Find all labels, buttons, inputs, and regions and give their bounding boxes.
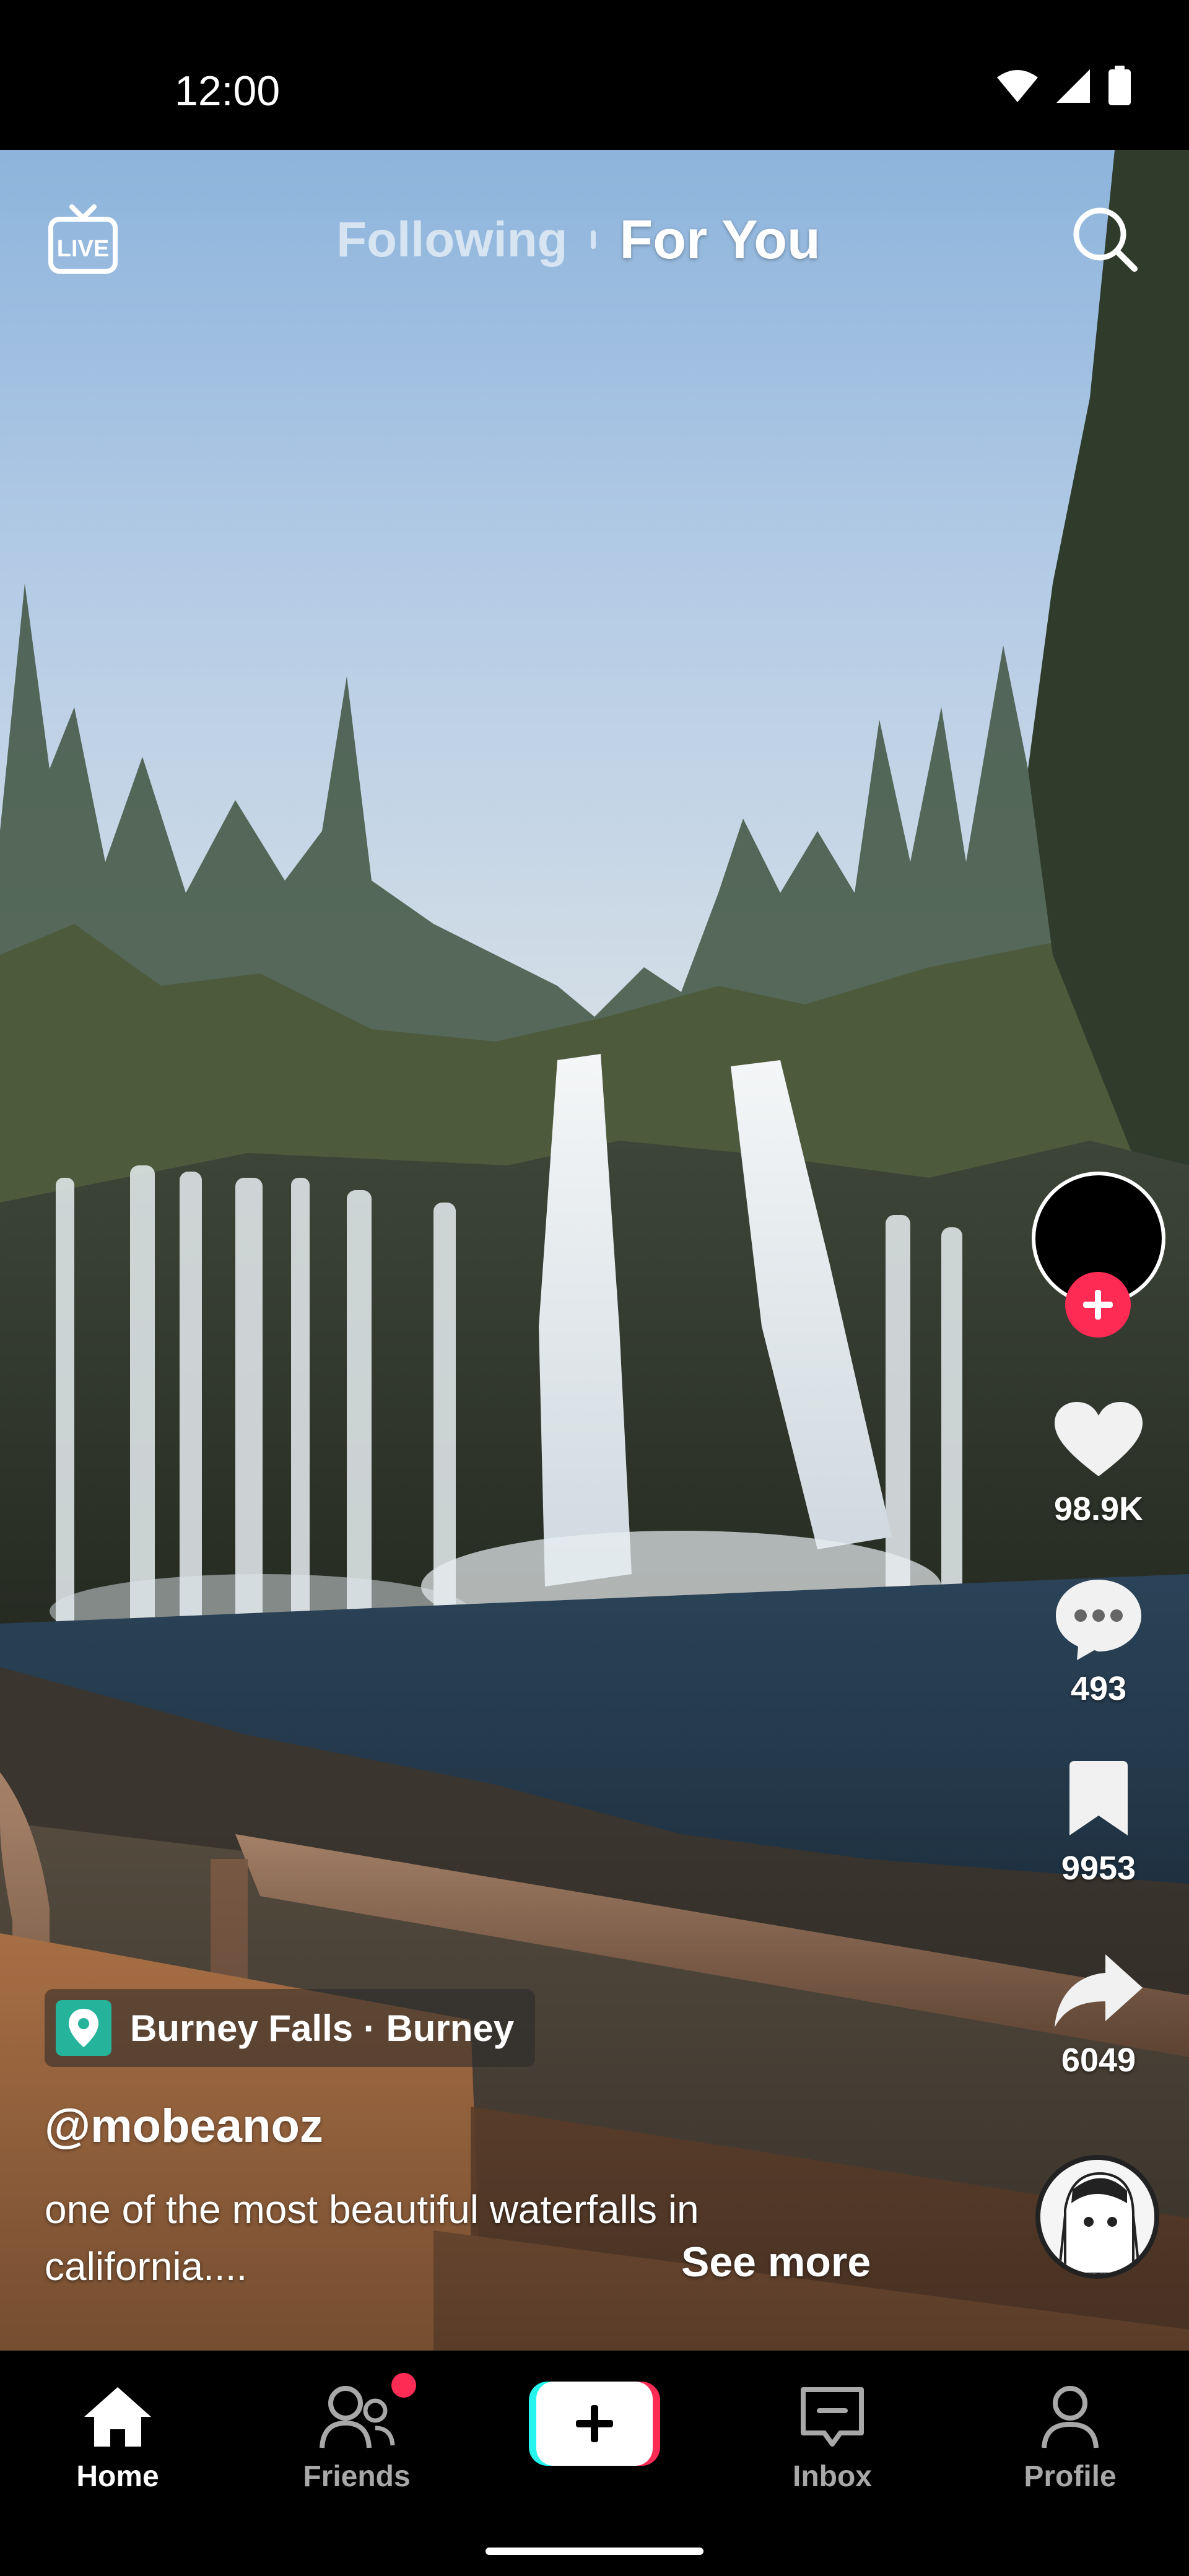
location-label: Burney Falls · Burney: [130, 2007, 515, 2049]
home-indicator: [486, 2548, 703, 2555]
tab-for-you[interactable]: For You: [619, 208, 820, 271]
status-icons: [996, 66, 1132, 107]
comment-bubble-icon: [1056, 1580, 1141, 1660]
search-button[interactable]: [1070, 204, 1139, 274]
nav-inbox-label: Inbox: [793, 2460, 872, 2493]
location-tag[interactable]: Burney Falls · Burney: [45, 1989, 536, 2067]
nav-profile[interactable]: Profile: [990, 2377, 1151, 2494]
nav-home-label: Home: [76, 2460, 159, 2493]
feed-tabs: Following For You: [0, 208, 1189, 271]
tab-separator: [591, 230, 596, 249]
nav-inbox[interactable]: Inbox: [752, 2377, 913, 2494]
heart-icon: [1055, 1402, 1143, 1476]
create-plus-icon: [529, 2382, 660, 2466]
status-bar: 12:00: [0, 0, 1189, 150]
comment-action[interactable]: 493: [1028, 1573, 1169, 1708]
nav-friends[interactable]: Friends: [276, 2377, 437, 2494]
share-button[interactable]: [1028, 1944, 1169, 2037]
music-disc[interactable]: [1035, 2155, 1159, 2279]
tab-following[interactable]: Following: [336, 211, 567, 268]
profile-icon: [1042, 2386, 1099, 2448]
bookmark-count: 9953: [1061, 1850, 1136, 1887]
follow-button[interactable]: [1065, 1272, 1131, 1338]
battery-icon: [1108, 66, 1131, 105]
bookmark-button[interactable]: [1028, 1752, 1169, 1845]
plus-icon: [1083, 1290, 1113, 1320]
create-button[interactable]: [529, 2380, 660, 2467]
nav-profile-label: Profile: [1024, 2460, 1117, 2493]
search-icon: [1073, 207, 1138, 272]
home-icon: [84, 2387, 151, 2447]
sound-avatar-icon: [1040, 2160, 1154, 2274]
share-count: 6049: [1061, 2042, 1136, 2079]
comment-count: 493: [1070, 1670, 1127, 1707]
bookmark-icon: [1069, 1761, 1128, 1835]
like-action[interactable]: 98.9K: [1028, 1393, 1169, 1528]
like-count: 98.9K: [1053, 1490, 1144, 1528]
share-arrow-icon: [1055, 1954, 1143, 2027]
see-more-link[interactable]: See more: [681, 2238, 871, 2286]
nav-friends-label: Friends: [303, 2460, 411, 2493]
friends-icon: [320, 2386, 395, 2448]
wifi-icon: [997, 70, 1038, 102]
share-action[interactable]: 6049: [1028, 1944, 1169, 2079]
inbox-icon: [801, 2387, 864, 2447]
comment-button[interactable]: [1028, 1573, 1169, 1666]
status-time: 12:00: [175, 67, 281, 115]
location-pin-icon: [56, 2000, 111, 2056]
username[interactable]: @mobeanoz: [45, 2099, 323, 2153]
friends-notification-dot: [391, 2373, 416, 2398]
bookmark-action[interactable]: 9953: [1028, 1752, 1169, 1887]
like-button[interactable]: [1028, 1393, 1169, 1486]
cellular-signal-icon: [1056, 69, 1090, 103]
caption-line-1: one of the most beautiful waterfalls in: [45, 2187, 699, 2232]
nav-home[interactable]: Home: [37, 2377, 198, 2494]
